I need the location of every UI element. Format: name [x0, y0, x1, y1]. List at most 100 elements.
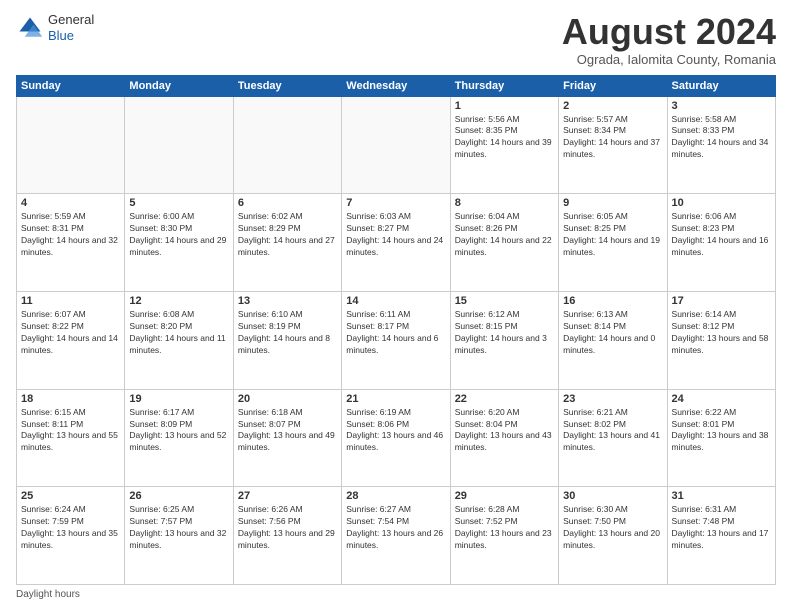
- day-info: Sunrise: 6:10 AM Sunset: 8:19 PM Dayligh…: [238, 309, 337, 357]
- day-number: 24: [672, 393, 771, 405]
- calendar-cell: 11 Sunrise: 6:07 AM Sunset: 8:22 PM Dayli…: [17, 291, 125, 389]
- calendar-cell: 5 Sunrise: 6:00 AM Sunset: 8:30 PM Daylig…: [125, 194, 233, 292]
- title-block: August 2024 Ograda, Ialomita County, Rom…: [562, 12, 776, 67]
- calendar-cell: 25 Sunrise: 6:24 AM Sunset: 7:59 PM Dayli…: [17, 487, 125, 585]
- calendar-cell: 3 Sunrise: 5:58 AM Sunset: 8:33 PM Daylig…: [667, 96, 775, 194]
- footer-note: Daylight hours: [16, 589, 776, 600]
- day-number: 27: [238, 490, 337, 502]
- calendar-cell: 2 Sunrise: 5:57 AM Sunset: 8:34 PM Daylig…: [559, 96, 667, 194]
- day-number: 19: [129, 393, 228, 405]
- day-info: Sunrise: 6:03 AM Sunset: 8:27 PM Dayligh…: [346, 211, 445, 259]
- calendar-cell: 20 Sunrise: 6:18 AM Sunset: 8:07 PM Dayli…: [233, 389, 341, 487]
- day-info: Sunrise: 6:04 AM Sunset: 8:26 PM Dayligh…: [455, 211, 554, 259]
- day-number: 14: [346, 295, 445, 307]
- month-year: August 2024: [562, 12, 776, 52]
- day-info: Sunrise: 5:59 AM Sunset: 8:31 PM Dayligh…: [21, 211, 120, 259]
- day-info: Sunrise: 6:13 AM Sunset: 8:14 PM Dayligh…: [563, 309, 662, 357]
- day-info: Sunrise: 6:08 AM Sunset: 8:20 PM Dayligh…: [129, 309, 228, 357]
- calendar-cell: [342, 96, 450, 194]
- calendar-table: SundayMondayTuesdayWednesdayThursdayFrid…: [16, 75, 776, 585]
- day-info: Sunrise: 6:26 AM Sunset: 7:56 PM Dayligh…: [238, 504, 337, 552]
- day-info: Sunrise: 6:02 AM Sunset: 8:29 PM Dayligh…: [238, 211, 337, 259]
- calendar-day-header: Friday: [559, 75, 667, 96]
- day-info: Sunrise: 6:31 AM Sunset: 7:48 PM Dayligh…: [672, 504, 771, 552]
- day-info: Sunrise: 6:24 AM Sunset: 7:59 PM Dayligh…: [21, 504, 120, 552]
- calendar-cell: [233, 96, 341, 194]
- day-number: 5: [129, 197, 228, 209]
- logo-icon: [16, 14, 44, 42]
- day-number: 30: [563, 490, 662, 502]
- calendar-cell: 6Sunrise: 6:02 AM Sunset: 8:29 PM Daylig…: [233, 194, 341, 292]
- location: Ograda, Ialomita County, Romania: [562, 52, 776, 67]
- day-number: 26: [129, 490, 228, 502]
- day-info: Sunrise: 6:15 AM Sunset: 8:11 PM Dayligh…: [21, 407, 120, 455]
- day-info: Sunrise: 6:30 AM Sunset: 7:50 PM Dayligh…: [563, 504, 662, 552]
- day-info: Sunrise: 6:00 AM Sunset: 8:30 PM Dayligh…: [129, 211, 228, 259]
- day-number: 16: [563, 295, 662, 307]
- calendar-cell: 26 Sunrise: 6:25 AM Sunset: 7:57 PM Dayli…: [125, 487, 233, 585]
- day-number: 8: [455, 197, 554, 209]
- calendar-cell: 8 Sunrise: 6:04 AM Sunset: 8:26 PM Daylig…: [450, 194, 558, 292]
- calendar-cell: 18 Sunrise: 6:15 AM Sunset: 8:11 PM Dayli…: [17, 389, 125, 487]
- day-number: 31: [672, 490, 771, 502]
- calendar-day-header: Saturday: [667, 75, 775, 96]
- day-info: Sunrise: 6:19 AM Sunset: 8:06 PM Dayligh…: [346, 407, 445, 455]
- day-number: 17: [672, 295, 771, 307]
- day-number: 4: [21, 197, 120, 209]
- day-info: Sunrise: 6:17 AM Sunset: 8:09 PM Dayligh…: [129, 407, 228, 455]
- calendar-cell: 17 Sunrise: 6:14 AM Sunset: 8:12 PM Dayli…: [667, 291, 775, 389]
- calendar-cell: 12 Sunrise: 6:08 AM Sunset: 8:20 PM Dayli…: [125, 291, 233, 389]
- day-number: 29: [455, 490, 554, 502]
- day-info: Sunrise: 6:05 AM Sunset: 8:25 PM Dayligh…: [563, 211, 662, 259]
- day-info: Sunrise: 6:27 AM Sunset: 7:54 PM Dayligh…: [346, 504, 445, 552]
- day-info: Sunrise: 6:22 AM Sunset: 8:01 PM Dayligh…: [672, 407, 771, 455]
- day-info: Sunrise: 5:57 AM Sunset: 8:34 PM Dayligh…: [563, 114, 662, 162]
- calendar-cell: 19 Sunrise: 6:17 AM Sunset: 8:09 PM Dayli…: [125, 389, 233, 487]
- day-info: Sunrise: 6:18 AM Sunset: 8:07 PM Dayligh…: [238, 407, 337, 455]
- day-info: Sunrise: 5:58 AM Sunset: 8:33 PM Dayligh…: [672, 114, 771, 162]
- calendar-cell: 28 Sunrise: 6:27 AM Sunset: 7:54 PM Dayli…: [342, 487, 450, 585]
- day-number: 20: [238, 393, 337, 405]
- day-number: 25: [21, 490, 120, 502]
- day-info: Sunrise: 6:25 AM Sunset: 7:57 PM Dayligh…: [129, 504, 228, 552]
- daylight-hours-label: Daylight hours: [16, 589, 80, 600]
- day-number: 28: [346, 490, 445, 502]
- day-number: 3: [672, 100, 771, 112]
- calendar-cell: 9Sunrise: 6:05 AM Sunset: 8:25 PM Daylig…: [559, 194, 667, 292]
- calendar-week-row: 18 Sunrise: 6:15 AM Sunset: 8:11 PM Dayli…: [17, 389, 776, 487]
- day-info: Sunrise: 6:14 AM Sunset: 8:12 PM Dayligh…: [672, 309, 771, 357]
- calendar-cell: 7Sunrise: 6:03 AM Sunset: 8:27 PM Daylig…: [342, 194, 450, 292]
- header: General Blue August 2024 Ograda, Ialomit…: [16, 12, 776, 67]
- calendar-week-row: 25 Sunrise: 6:24 AM Sunset: 7:59 PM Dayli…: [17, 487, 776, 585]
- day-number: 15: [455, 295, 554, 307]
- calendar-cell: 16 Sunrise: 6:13 AM Sunset: 8:14 PM Dayli…: [559, 291, 667, 389]
- day-number: 1: [455, 100, 554, 112]
- calendar-header-row: SundayMondayTuesdayWednesdayThursdayFrid…: [17, 75, 776, 96]
- calendar-day-header: Monday: [125, 75, 233, 96]
- calendar-cell: 24 Sunrise: 6:22 AM Sunset: 8:01 PM Dayli…: [667, 389, 775, 487]
- calendar-cell: 4 Sunrise: 5:59 AM Sunset: 8:31 PM Daylig…: [17, 194, 125, 292]
- calendar-day-header: Sunday: [17, 75, 125, 96]
- day-number: 12: [129, 295, 228, 307]
- calendar-cell: 15 Sunrise: 6:12 AM Sunset: 8:15 PM Dayli…: [450, 291, 558, 389]
- calendar-cell: 23Sunrise: 6:21 AM Sunset: 8:02 PM Dayli…: [559, 389, 667, 487]
- calendar-week-row: 11 Sunrise: 6:07 AM Sunset: 8:22 PM Dayli…: [17, 291, 776, 389]
- calendar-cell: 10Sunrise: 6:06 AM Sunset: 8:23 PM Dayli…: [667, 194, 775, 292]
- day-number: 21: [346, 393, 445, 405]
- day-number: 13: [238, 295, 337, 307]
- day-info: Sunrise: 6:07 AM Sunset: 8:22 PM Dayligh…: [21, 309, 120, 357]
- calendar-cell: 27 Sunrise: 6:26 AM Sunset: 7:56 PM Dayli…: [233, 487, 341, 585]
- day-number: 11: [21, 295, 120, 307]
- calendar-cell: 29Sunrise: 6:28 AM Sunset: 7:52 PM Dayli…: [450, 487, 558, 585]
- day-info: Sunrise: 6:12 AM Sunset: 8:15 PM Dayligh…: [455, 309, 554, 357]
- calendar-cell: 31 Sunrise: 6:31 AM Sunset: 7:48 PM Dayli…: [667, 487, 775, 585]
- calendar-cell: 14 Sunrise: 6:11 AM Sunset: 8:17 PM Dayli…: [342, 291, 450, 389]
- day-number: 18: [21, 393, 120, 405]
- day-info: Sunrise: 6:11 AM Sunset: 8:17 PM Dayligh…: [346, 309, 445, 357]
- day-number: 22: [455, 393, 554, 405]
- calendar-cell: [125, 96, 233, 194]
- calendar-day-header: Wednesday: [342, 75, 450, 96]
- day-number: 2: [563, 100, 662, 112]
- day-info: Sunrise: 6:20 AM Sunset: 8:04 PM Dayligh…: [455, 407, 554, 455]
- day-number: 23: [563, 393, 662, 405]
